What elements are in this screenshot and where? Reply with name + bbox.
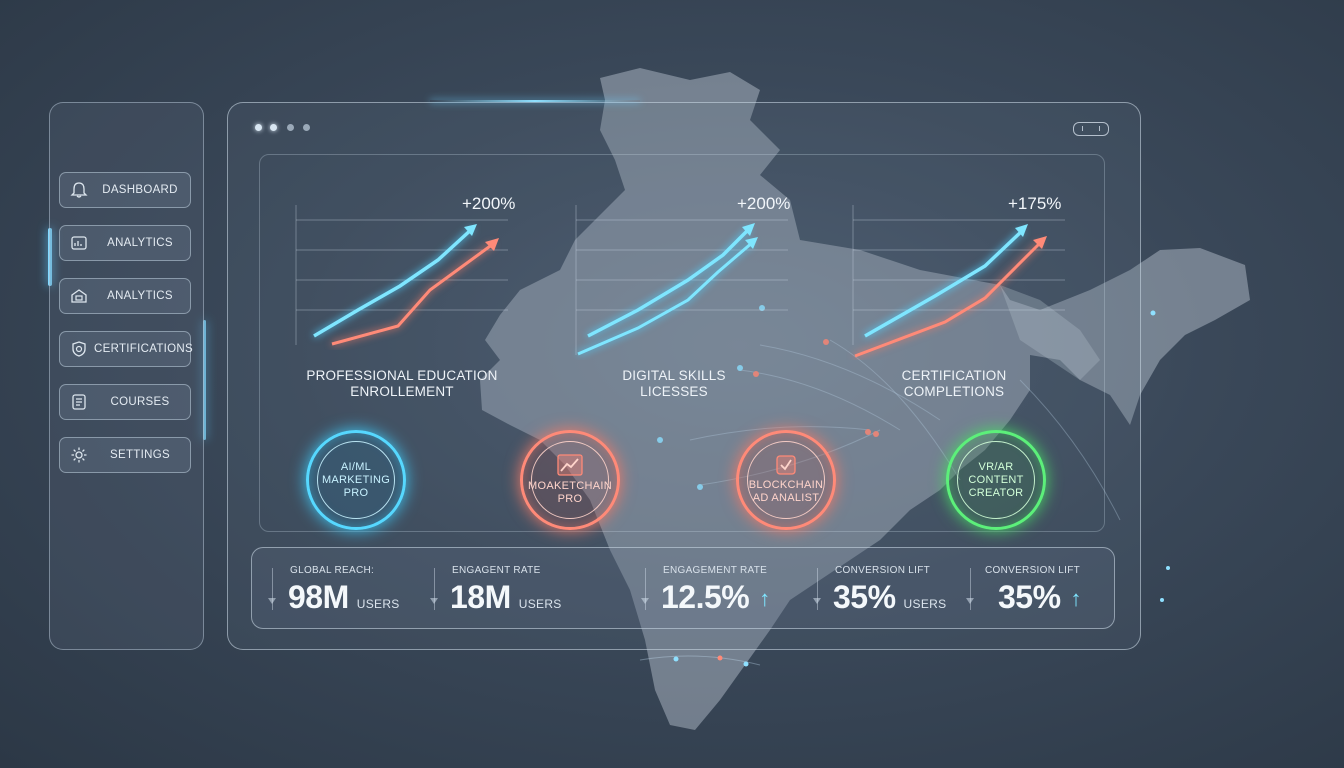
chart-title: DIGITAL SKILLS LICESSES — [554, 368, 794, 400]
growth-value: +200% — [737, 194, 791, 213]
chart-title-line: DIGITAL SKILLS — [622, 368, 726, 383]
sidebar-item-label: ANALYTICS — [107, 237, 173, 249]
stat-number: 98M — [288, 579, 349, 615]
stat-label: ENGAGEMENT RATE — [663, 565, 768, 576]
stat-label: GLOBAL REACH: — [290, 565, 375, 576]
down-caret-icon — [430, 598, 438, 604]
sidebar-item-label: CERTIFICATIONS — [94, 343, 193, 355]
badge-line: VR/AR — [978, 460, 1014, 473]
chart-title: PROFESSIONAL EDUCATION ENROLLEMENT — [282, 368, 522, 400]
series-line-cyan — [313, 226, 475, 338]
sidebar-item-analytics[interactable]: ANALYTICS — [59, 225, 191, 261]
series-line-cyan-1 — [587, 226, 752, 338]
bell-icon — [70, 182, 88, 198]
stat-unit: USERS — [356, 597, 400, 611]
down-caret-icon — [641, 598, 649, 604]
badge-line: PRO — [343, 486, 369, 499]
series-line-coral — [331, 242, 494, 346]
badge-line: AI/ML — [340, 460, 372, 473]
badge-line: MARKETING — [321, 473, 391, 486]
series-line-coral — [854, 240, 1043, 358]
sidebar-item-analytics-2[interactable]: ANALYTICS — [59, 278, 191, 314]
growth-chart-icon — [557, 454, 583, 476]
certification-trend-chart — [852, 205, 1065, 358]
stat-unit: USERS — [518, 597, 562, 611]
badge-line: AD ANALIST — [752, 492, 820, 504]
stat-number: 12.5% — [661, 579, 750, 615]
panel-glow-line — [430, 100, 640, 102]
series-line-cyan-2 — [577, 240, 754, 356]
chart-title-line: CERTIFICATION — [901, 368, 1007, 383]
stat-value: 98M USERS — [288, 579, 400, 616]
stat-value: 35% ↑ — [998, 579, 1082, 616]
stat-value: 35% USERS — [833, 579, 946, 616]
stats-bar: GLOBAL REACH: 98M USERS ENGAGENT RATE 18M… — [251, 547, 1115, 629]
badge-vr-ar-content-creator[interactable]: VR/AR CONTENT CREATOR — [946, 430, 1046, 530]
chart-title: CERTIFICATION COMPLETIONS — [834, 368, 1074, 400]
stat-unit: USERS — [903, 597, 947, 611]
chart-title-line: PROFESSIONAL EDUCATION — [306, 368, 498, 383]
window-dot-2[interactable] — [270, 124, 277, 131]
building-icon — [71, 289, 87, 303]
down-caret-icon — [268, 598, 276, 604]
sidebar-item-settings[interactable]: SETTINGS — [59, 437, 191, 473]
stat-number: 35% — [998, 579, 1061, 615]
stat-value: 18M USERS — [450, 579, 562, 616]
badge-ai-ml-marketing-pro[interactable]: AI/ML MARKETING PRO — [306, 430, 406, 530]
badge-line: MOAKETCHAIN — [528, 480, 612, 492]
arrow-up-icon: ↑ — [1070, 586, 1082, 611]
badge-line: CREATOR — [968, 486, 1024, 499]
stat-label: CONVERSION LIFT — [835, 565, 931, 576]
badge-line: BLOCKCHAIN — [748, 479, 824, 491]
sidebar-item-label: DASHBOARD — [102, 184, 178, 196]
growth-value: +175% — [1008, 194, 1062, 213]
stat-label: ENGAGENT RATE — [452, 565, 541, 576]
digital-skills-trend-chart — [575, 205, 788, 356]
window-dot-3[interactable] — [287, 124, 294, 131]
stat-number: 35% — [833, 579, 896, 615]
gear-icon — [71, 447, 87, 463]
shield-icon — [72, 341, 86, 357]
window-toggle-button[interactable] — [1073, 122, 1109, 136]
sidebar-item-certifications[interactable]: CERTIFICATIONS — [59, 331, 193, 367]
enrollment-trend-chart — [295, 205, 508, 346]
badge-line: CONTENT — [968, 473, 1024, 486]
sidebar-item-label: COURSES — [110, 396, 170, 408]
chart-title-line: LICESSES — [640, 384, 708, 399]
chart-card-icon — [71, 236, 87, 250]
window-dot-1[interactable] — [255, 124, 262, 131]
sidebar-item-courses[interactable]: COURSES — [59, 384, 191, 420]
stat-number: 18M — [450, 579, 511, 615]
down-caret-icon — [966, 598, 974, 604]
growth-value: +200% — [462, 194, 516, 213]
chart-title-line: ENROLLEMENT — [350, 384, 454, 399]
arrow-up-icon: ↑ — [759, 586, 770, 611]
stat-value: 12.5% ↑ — [661, 579, 770, 616]
checkbox-icon — [776, 455, 796, 475]
stat-label: CONVERSION LIFT — [985, 565, 1081, 576]
chart-title-line: COMPLETIONS — [903, 384, 1005, 399]
sidebar: DASHBOARD ANALYTICS ANALYTICS CERTIFICAT… — [49, 102, 204, 650]
badge-moaketchain-pro[interactable]: MOAKETCHAIN PRO — [520, 430, 620, 530]
sidebar-item-label: ANALYTICS — [107, 290, 173, 302]
book-icon — [72, 394, 86, 410]
sidebar-item-dashboard[interactable]: DASHBOARD — [59, 172, 191, 208]
badge-line: PRO — [557, 493, 583, 505]
badge-blockchain-ad-analist[interactable]: BLOCKCHAIN AD ANALIST — [736, 430, 836, 530]
sidebar-item-label: SETTINGS — [110, 449, 170, 461]
down-caret-icon — [813, 598, 821, 604]
window-dot-4[interactable] — [303, 124, 310, 131]
